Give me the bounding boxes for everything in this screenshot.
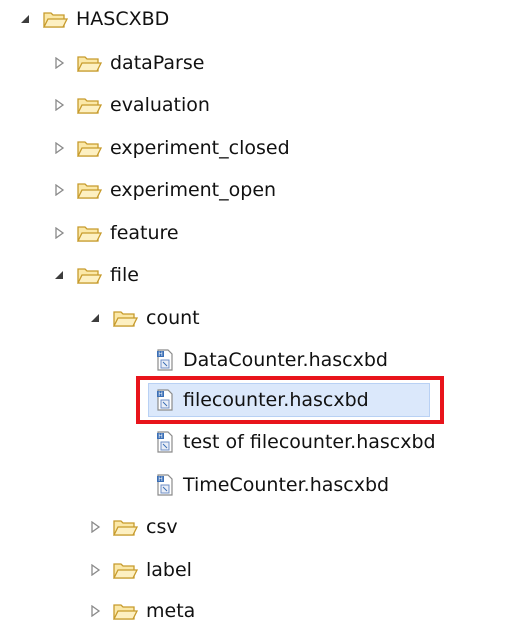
hascxbd-file-icon: H: [155, 431, 175, 453]
open-folder-icon: [76, 222, 102, 244]
tree-item-dataparse[interactable]: dataParse: [52, 48, 204, 78]
tree-item-evaluation[interactable]: evaluation: [52, 90, 210, 120]
open-folder-icon: [112, 559, 138, 581]
collapsed-triangle-icon[interactable]: [88, 520, 102, 534]
tree-item-label: TimeCounter.hascxbd: [183, 474, 390, 496]
tree-item-label: test of filecounter.hascxbd: [183, 431, 436, 453]
tree-item-label: label: [146, 559, 192, 581]
svg-text:H: H: [158, 476, 163, 483]
tree-item-experiment-closed[interactable]: experiment_closed: [52, 133, 290, 163]
open-folder-icon: [76, 179, 102, 201]
open-folder-icon: [42, 8, 68, 30]
hascxbd-file-icon: H: [155, 389, 175, 411]
tree-item-count[interactable]: count: [88, 303, 200, 333]
tree-item-label: experiment_open: [110, 179, 277, 201]
tree-item-label: experiment_closed: [110, 137, 290, 159]
tree-item-label: evaluation: [110, 94, 210, 116]
tree-root[interactable]: HASCXBD: [18, 4, 169, 34]
collapsed-triangle-icon[interactable]: [52, 98, 66, 112]
tree-item-label: filecounter.hascxbd: [183, 389, 369, 411]
tree-item-label-folder[interactable]: label: [88, 555, 192, 585]
tree-file-timecounter[interactable]: H TimeCounter.hascxbd: [155, 470, 389, 500]
tree-item-csv[interactable]: csv: [88, 512, 178, 542]
tree-item-label: dataParse: [110, 52, 205, 74]
tree-item-file[interactable]: file: [52, 260, 139, 290]
hascxbd-file-icon: H: [155, 474, 175, 496]
collapsed-triangle-icon[interactable]: [52, 56, 66, 70]
tree-file-datacounter[interactable]: H DataCounter.hascxbd: [155, 345, 388, 375]
tree-file-filecounter[interactable]: H filecounter.hascxbd: [155, 385, 369, 415]
svg-text:H: H: [158, 351, 163, 358]
open-folder-icon: [112, 600, 138, 622]
tree-item-label: DataCounter.hascxbd: [183, 349, 388, 371]
svg-text:H: H: [158, 391, 163, 398]
expanded-triangle-icon[interactable]: [52, 268, 66, 282]
tree-item-meta[interactable]: meta: [88, 596, 195, 626]
open-folder-icon: [76, 94, 102, 116]
svg-text:H: H: [158, 433, 163, 440]
open-folder-icon: [112, 516, 138, 538]
tree-item-label: count: [146, 307, 200, 329]
collapsed-triangle-icon[interactable]: [52, 226, 66, 240]
tree-item-feature[interactable]: feature: [52, 218, 179, 248]
open-folder-icon: [112, 307, 138, 329]
tree-item-experiment-open[interactable]: experiment_open: [52, 175, 276, 205]
tree-root-label: HASCXBD: [76, 8, 170, 30]
collapsed-triangle-icon[interactable]: [52, 141, 66, 155]
tree-file-test-of-filecounter[interactable]: H test of filecounter.hascxbd: [155, 427, 436, 457]
collapsed-triangle-icon[interactable]: [88, 563, 102, 577]
project-explorer-tree: HASCXBD dataParse evaluation experiment_…: [0, 0, 510, 622]
tree-item-label: file: [110, 264, 139, 286]
open-folder-icon: [76, 137, 102, 159]
expanded-triangle-icon[interactable]: [18, 12, 32, 26]
expanded-triangle-icon[interactable]: [88, 311, 102, 325]
open-folder-icon: [76, 264, 102, 286]
collapsed-triangle-icon[interactable]: [88, 604, 102, 618]
tree-item-label: csv: [146, 516, 178, 538]
collapsed-triangle-icon[interactable]: [52, 183, 66, 197]
open-folder-icon: [76, 52, 102, 74]
tree-item-label: feature: [110, 222, 179, 244]
hascxbd-file-icon: H: [155, 349, 175, 371]
tree-item-label: meta: [146, 600, 196, 622]
